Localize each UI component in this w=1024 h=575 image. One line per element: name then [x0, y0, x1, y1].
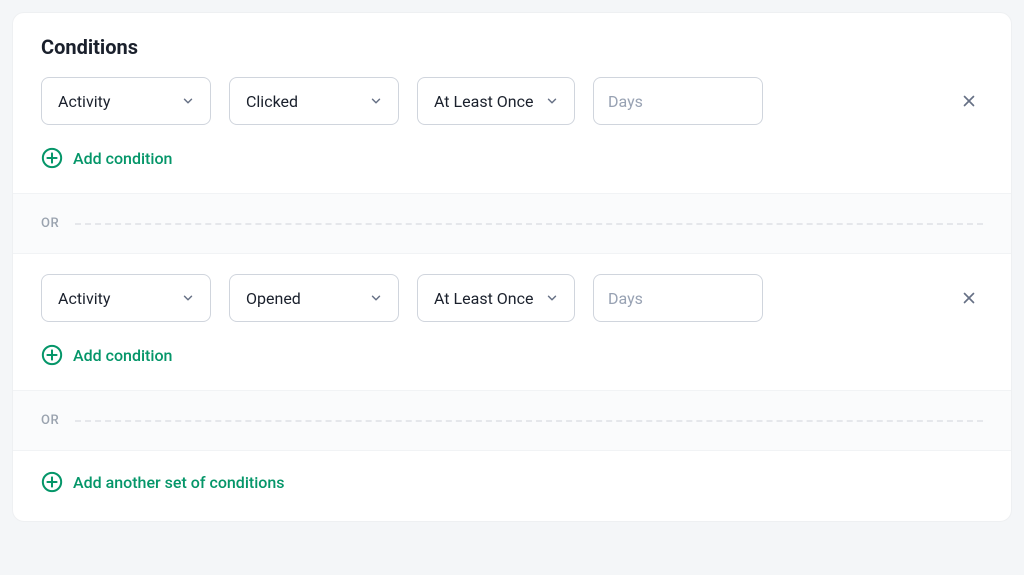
conditions-card: Conditions Activity Clicked At Le	[12, 12, 1012, 522]
condition-row: Activity Clicked At Least Once	[41, 77, 983, 125]
condition-type-select[interactable]: Activity	[41, 274, 211, 322]
add-condition-set-button[interactable]: Add another set of conditions	[41, 471, 285, 493]
remove-condition-button[interactable]	[955, 87, 983, 115]
condition-frequency-select[interactable]: At Least Once	[417, 274, 575, 322]
add-condition-set-label: Add another set of conditions	[73, 473, 285, 492]
conditions-title: Conditions	[13, 13, 1011, 77]
or-divider: OR	[13, 193, 1011, 254]
condition-frequency-value: At Least Once	[434, 92, 533, 111]
add-set-section: Add another set of conditions	[13, 451, 1011, 521]
close-icon	[960, 289, 978, 307]
condition-frequency-select[interactable]: At Least Once	[417, 77, 575, 125]
days-input[interactable]	[593, 274, 763, 322]
condition-event-select[interactable]: Clicked	[229, 77, 399, 125]
chevron-down-icon	[180, 93, 196, 109]
condition-type-select[interactable]: Activity	[41, 77, 211, 125]
or-label: OR	[41, 216, 59, 231]
chevron-down-icon	[544, 93, 560, 109]
condition-type-value: Activity	[58, 92, 110, 111]
condition-row: Activity Opened At Least Once	[41, 274, 983, 322]
add-condition-label: Add condition	[73, 149, 172, 168]
remove-condition-button[interactable]	[955, 284, 983, 312]
chevron-down-icon	[180, 290, 196, 306]
close-icon	[960, 92, 978, 110]
chevron-down-icon	[368, 93, 384, 109]
plus-circle-icon	[41, 147, 63, 169]
condition-type-value: Activity	[58, 289, 110, 308]
add-condition-button[interactable]: Add condition	[41, 147, 172, 169]
or-divider: OR	[13, 390, 1011, 451]
days-input[interactable]	[593, 77, 763, 125]
or-label: OR	[41, 413, 59, 428]
plus-circle-icon	[41, 344, 63, 366]
condition-frequency-value: At Least Once	[434, 289, 533, 308]
add-condition-label: Add condition	[73, 346, 172, 365]
condition-event-select[interactable]: Opened	[229, 274, 399, 322]
condition-event-value: Opened	[246, 289, 301, 308]
dashed-line	[75, 223, 983, 225]
plus-circle-icon	[41, 471, 63, 493]
chevron-down-icon	[544, 290, 560, 306]
condition-event-value: Clicked	[246, 92, 298, 111]
condition-group: Activity Opened At Least Once	[13, 254, 1011, 390]
dashed-line	[75, 420, 983, 422]
add-condition-button[interactable]: Add condition	[41, 344, 172, 366]
condition-group: Activity Clicked At Least Once	[13, 77, 1011, 193]
chevron-down-icon	[368, 290, 384, 306]
